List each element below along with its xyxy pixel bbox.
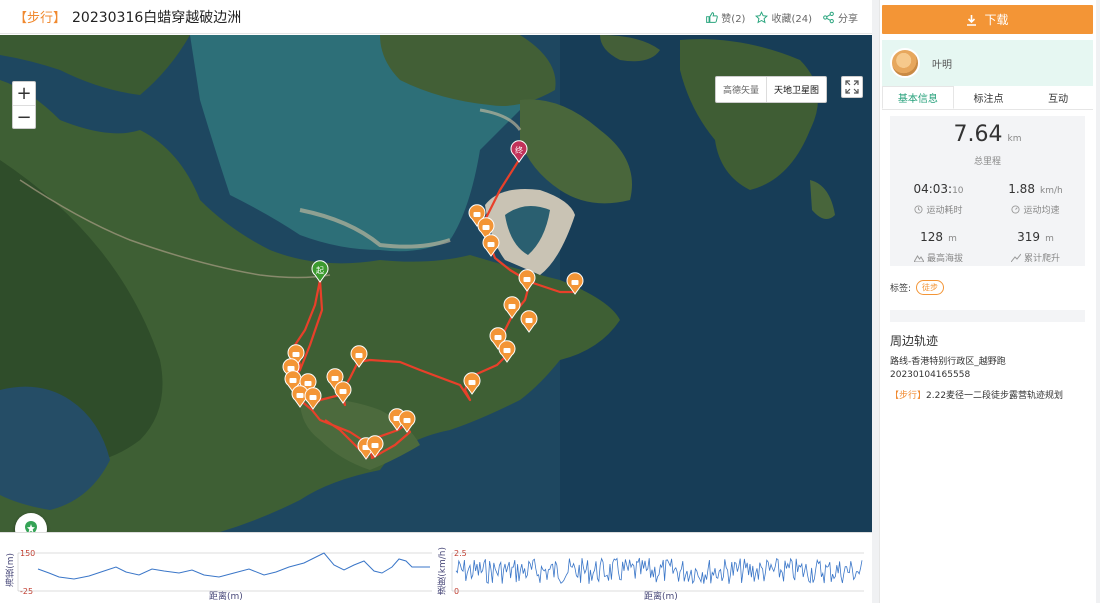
nearby-item-2-title: 2.22麦径一二段徒步露营轨迹规划 [926, 391, 1064, 401]
duration-value: 04:03: [913, 182, 953, 196]
elevation-chart: 海拔(m) 150 -25 距离(m) [4, 543, 434, 602]
duration-seconds: 10 [952, 186, 964, 196]
satellite-map[interactable]: 起终 + − 高德矢量 天地卫星图 [0, 35, 872, 532]
page-title: 20230316白蜡穿越破边洲 [72, 9, 242, 26]
tag-hiking[interactable]: 徒步 [916, 280, 945, 295]
elevation-xlabel: 距离(m) [209, 592, 243, 602]
nearby-item-1-id: 20230104165558 [890, 370, 971, 380]
max-altitude-value: 128 [920, 230, 944, 244]
page: 【步行】 20230316白蜡穿越破边洲 赞(2) 收藏(24) 分享 起 终 … [0, 0, 1100, 603]
avg-speed-label: 运动均速 [1023, 206, 1060, 216]
title-bar: 【步行】 20230316白蜡穿越破边洲 赞(2) 收藏(24) 分享 [0, 0, 872, 34]
tab-interaction[interactable]: 互动 [1023, 86, 1093, 109]
waypoint-marker[interactable] [566, 272, 584, 295]
nearby-item-1[interactable]: 路线-香港特别行政区_越野跑 20230104165558 [890, 356, 1006, 382]
sidebar: 下载 叶明 基本信息 标注点 互动 7.64 km 总里程 04:03:10 运… [879, 0, 1096, 603]
action-bar: 赞(2) 收藏(24) 分享 [705, 0, 858, 34]
tab-bar: 基本信息 标注点 互动 [882, 86, 1093, 110]
zoom-in-button[interactable]: + [13, 82, 35, 105]
chart-strip: 海拔(m) 150 -25 距离(m) 速度(km/h) 2.5 0 距离(m) [0, 532, 872, 603]
distance-value: 7.64 [953, 122, 1003, 147]
end-marker[interactable]: 终 [510, 140, 528, 163]
total-distance: 7.64 km [890, 122, 1085, 147]
climb-stat: 319 m 累计爬升 [987, 226, 1084, 264]
layer-tianditu-satellite[interactable]: 天地卫星图 [766, 77, 826, 102]
svg-text:终: 终 [515, 145, 523, 155]
tags-label: 标签: [890, 284, 912, 294]
like-count: 赞(2) [721, 13, 746, 25]
start-marker[interactable]: 起 [311, 260, 329, 283]
clock-icon [914, 205, 924, 214]
waypoint-marker[interactable] [518, 269, 536, 292]
waypoint-marker[interactable] [463, 372, 481, 395]
nearby-item-1-name: 路线-香港特别行政区_越野跑 [890, 357, 1006, 367]
tab-waypoints[interactable]: 标注点 [954, 86, 1024, 109]
zoom-out-button[interactable]: − [13, 105, 35, 128]
duration-stat: 04:03:10 运动耗时 [890, 178, 987, 216]
mountain-icon [913, 255, 924, 262]
avg-speed-unit: km/h [1040, 186, 1063, 196]
share-button[interactable]: 分享 [822, 10, 858, 25]
layer-amap-vector[interactable]: 高德矢量 [716, 77, 766, 102]
waypoint-marker[interactable] [520, 310, 538, 333]
share-label: 分享 [838, 13, 858, 25]
nearby-item-2-category: 【步行】 [890, 391, 927, 401]
location-pin-icon [25, 521, 37, 532]
favorite-button[interactable]: 收藏(24) [755, 10, 812, 25]
tags-row: 标签: 徒步 [890, 280, 945, 295]
download-icon [967, 14, 977, 26]
user-name[interactable]: 叶明 [932, 56, 952, 71]
waypoint-marker[interactable] [498, 340, 516, 363]
waypoint-marker[interactable] [334, 381, 352, 404]
elevation-line [37, 552, 430, 580]
share-icon [823, 11, 834, 23]
main-panel: 【步行】 20230316白蜡穿越破边洲 赞(2) 收藏(24) 分享 起 终 … [0, 0, 872, 603]
favorite-count: 收藏(24) [771, 13, 812, 25]
duration-label: 运动耗时 [926, 206, 963, 216]
speedometer-icon [1011, 205, 1021, 214]
thumbs-up-icon [706, 11, 719, 23]
climb-unit: m [1045, 234, 1054, 244]
zoom-control: + − [12, 81, 36, 129]
tab-basic-info[interactable]: 基本信息 [882, 86, 954, 109]
like-button[interactable]: 赞(2) [705, 10, 745, 25]
max-altitude-unit: m [948, 234, 957, 244]
speed-line [455, 557, 863, 585]
waypoint-marker[interactable] [304, 387, 322, 410]
layer-switch: 高德矢量 天地卫星图 [715, 76, 828, 103]
avatar[interactable] [890, 48, 920, 78]
waypoint-marker[interactable] [503, 296, 521, 319]
svg-text:起: 起 [316, 266, 324, 275]
distance-label: 总里程 [973, 157, 1001, 167]
climb-label: 累计爬升 [1023, 254, 1060, 264]
avg-speed-value: 1.88 [1008, 182, 1035, 196]
waypoint-marker[interactable] [350, 345, 368, 368]
waypoint-marker[interactable] [398, 410, 416, 433]
fullscreen-button[interactable] [841, 76, 863, 98]
distance-unit: km [1007, 134, 1022, 144]
avg-speed-stat: 1.88 km/h 运动均速 [987, 178, 1084, 216]
max-altitude-stat: 128 m 最高海拔 [890, 226, 987, 264]
download-label: 下载 [984, 13, 1009, 27]
waypoint-marker[interactable] [482, 234, 500, 257]
expand-icon [845, 80, 859, 94]
download-button[interactable]: 下载 [882, 5, 1093, 34]
user-card[interactable]: 叶明 [882, 40, 1093, 86]
speed-xlabel: 距离(m) [644, 592, 678, 602]
star-icon [755, 10, 769, 23]
nearby-item-2[interactable]: 【步行】2.22麦径一二段徒步露营轨迹规划 [890, 388, 1063, 401]
stats-panel: 7.64 km 总里程 04:03:10 运动耗时 1.88 km/h 运动均速… [890, 116, 1085, 266]
max-altitude-label: 最高海拔 [926, 254, 963, 264]
climb-value: 319 [1017, 230, 1041, 244]
divider [890, 310, 1085, 322]
climb-icon [1010, 253, 1021, 262]
speed-chart: 速度(km/h) 2.5 0 距离(m) [436, 543, 868, 602]
category-label: 【步行】 [14, 11, 67, 26]
waypoint-markers: 起终 [282, 140, 584, 460]
nearby-title: 周边轨迹 [890, 334, 939, 348]
